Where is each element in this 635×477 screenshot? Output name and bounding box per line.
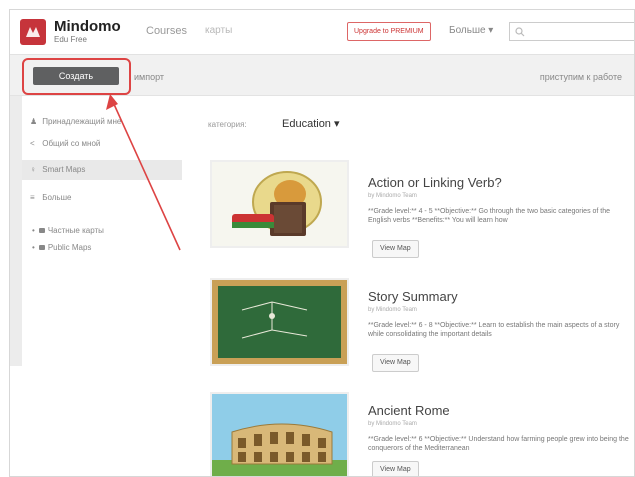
sidebar-item-more[interactable]: ≡ Больше — [30, 188, 71, 208]
card-title[interactable]: Story Summary — [368, 289, 458, 304]
card-title[interactable]: Ancient Rome — [368, 403, 450, 418]
toolbar: Создать импорт приступим к работе — [10, 55, 634, 96]
more-menu[interactable]: Больше ▾ — [449, 25, 493, 36]
folder-icon — [38, 228, 45, 234]
card-description: **Grade level:** 6 - 8 **Objective:** Le… — [368, 322, 620, 338]
chalkboard-illustration — [212, 280, 347, 364]
sidebar-item-label: Общий со мной — [42, 139, 101, 148]
search-input[interactable] — [509, 22, 634, 41]
card-author: by Mindomo Team — [368, 421, 417, 427]
app-window: Mindomo Edu Free Courses карты Upgrade t… — [9, 9, 635, 477]
annotation-highlight-box — [22, 58, 131, 95]
top-bar: Mindomo Edu Free Courses карты Upgrade t… — [10, 10, 634, 55]
sidebar-item-label: Принадлежащий мне — [42, 117, 122, 126]
card-description: **Grade level:** 6 **Objective:** Unders… — [368, 436, 629, 452]
category-dropdown[interactable]: Education ▾ — [282, 117, 340, 130]
brand-name: Mindomo — [54, 18, 121, 35]
folder-public-maps[interactable]: • Public Maps — [32, 243, 91, 252]
nav-courses-link[interactable]: Courses — [146, 25, 187, 37]
sidebar-item-label: Smart Maps — [42, 165, 86, 174]
list-icon: ≡ — [30, 193, 35, 202]
expand-icon: • — [32, 243, 35, 252]
logo-icon — [26, 27, 40, 37]
folder-private-maps[interactable]: • Частные карты — [32, 226, 104, 235]
lion-reading-illustration — [212, 162, 347, 246]
sidebar-item-my-maps[interactable]: ♟ Принадлежащий мне — [30, 112, 121, 132]
expand-icon: • — [32, 226, 35, 235]
colosseum-illustration — [212, 394, 347, 476]
start-work-link[interactable]: приступим к работе — [540, 72, 622, 82]
nav-maps-link[interactable]: карты — [205, 25, 232, 36]
card-author: by Mindomo Team — [368, 307, 417, 313]
folder-label: Частные карты — [47, 226, 104, 235]
import-link[interactable]: импорт — [134, 72, 164, 82]
folder-icon — [38, 245, 45, 251]
sidebar-strip — [10, 96, 22, 366]
sidebar-item-smart-maps[interactable]: ♀ Smart Maps — [22, 160, 182, 180]
view-map-button[interactable]: View Map — [372, 354, 419, 372]
user-icon: ♟ — [30, 117, 38, 126]
card-author: by Mindomo Team — [368, 193, 417, 199]
card-thumbnail-rome[interactable] — [210, 392, 349, 476]
mindomo-logo[interactable] — [20, 19, 46, 45]
card-description: **Grade level:** 4 - 5 **Objective:** Go… — [368, 208, 611, 224]
view-map-button[interactable]: View Map — [372, 461, 419, 476]
folder-label: Public Maps — [47, 243, 92, 252]
sidebar-item-label: Больше — [42, 193, 72, 202]
bulb-icon: ♀ — [30, 165, 36, 174]
card-thumbnail-story[interactable] — [210, 278, 349, 366]
sidebar-item-shared[interactable]: < Общий со мной — [30, 134, 100, 154]
search-icon — [515, 27, 525, 37]
card-title[interactable]: Action or Linking Verb? — [368, 175, 502, 190]
card-thumbnail-verb[interactable] — [210, 160, 349, 248]
share-icon: < — [30, 139, 35, 148]
upgrade-premium-button[interactable]: Upgrade to PREMIUM — [347, 22, 431, 41]
view-map-button[interactable]: View Map — [372, 240, 419, 258]
category-label: категория: — [208, 120, 247, 129]
brand-subtitle: Edu Free — [54, 35, 87, 44]
